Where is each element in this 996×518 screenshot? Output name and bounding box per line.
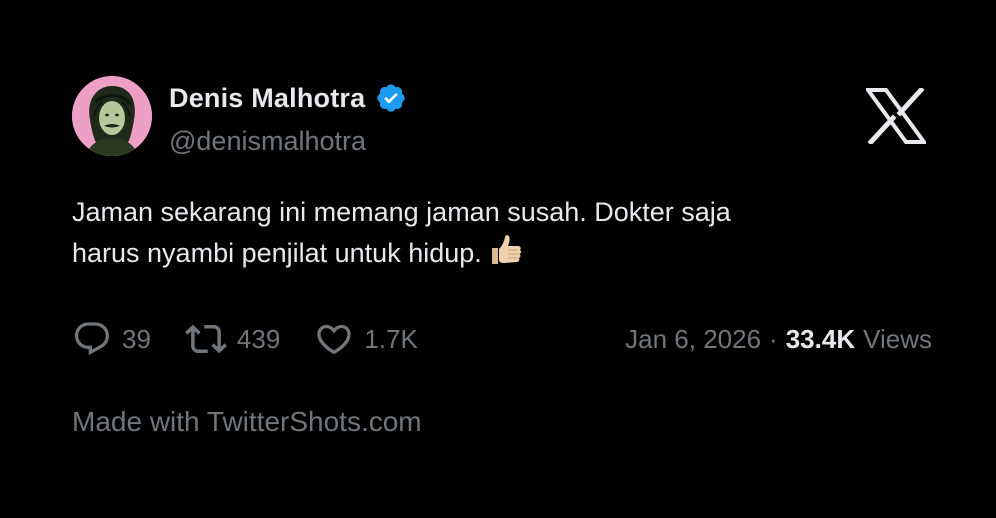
tweet-line-2: harus nyambi penjilat untuk hidup. xyxy=(72,232,892,273)
retweet-button[interactable]: 439 xyxy=(185,318,280,360)
meta-separator: · xyxy=(769,323,778,354)
retweet-count: 439 xyxy=(236,323,281,354)
heart-icon xyxy=(317,324,351,355)
tweet-line-1: Jaman sekarang ini memang jaman susah. D… xyxy=(72,197,731,227)
retweet-icon xyxy=(185,324,227,354)
like-button[interactable]: 1.7K xyxy=(314,319,418,359)
x-logo-icon[interactable] xyxy=(864,86,928,146)
tweet-text: Jaman sekarang ini memang jaman susah. D… xyxy=(72,192,892,273)
tweet-date[interactable]: Jan 6, 2026 xyxy=(625,324,761,355)
author-handle[interactable]: @denismalhotra xyxy=(169,126,366,157)
thumbs-up-icon xyxy=(488,232,524,268)
verified-badge-icon xyxy=(375,82,407,114)
reply-button[interactable]: 39 xyxy=(72,319,151,359)
views-count: 33.4K xyxy=(785,323,856,354)
tweet-metrics: 39 439 1.7K Jan 6, 2026 · 33.4K Views xyxy=(72,316,932,362)
author-display-name[interactable]: Denis Malhotra xyxy=(169,83,365,114)
views-label: Views xyxy=(863,323,932,354)
like-count: 1.7K xyxy=(364,323,418,354)
tweet-meta: Jan 6, 2026 · 33.4K Views xyxy=(625,324,932,355)
tweet-line-2-text: harus nyambi penjilat untuk hidup. xyxy=(72,238,482,268)
avatar-image xyxy=(72,76,152,156)
author-name-row: Denis Malhotra xyxy=(169,80,407,116)
reply-icon xyxy=(74,322,110,356)
tweet-card: Denis Malhotra @denismalhotra Jaman seka… xyxy=(0,0,996,518)
reply-count: 39 xyxy=(122,323,151,354)
avatar[interactable] xyxy=(72,76,152,156)
footer-credit: Made with TwitterShots.com xyxy=(72,406,422,437)
